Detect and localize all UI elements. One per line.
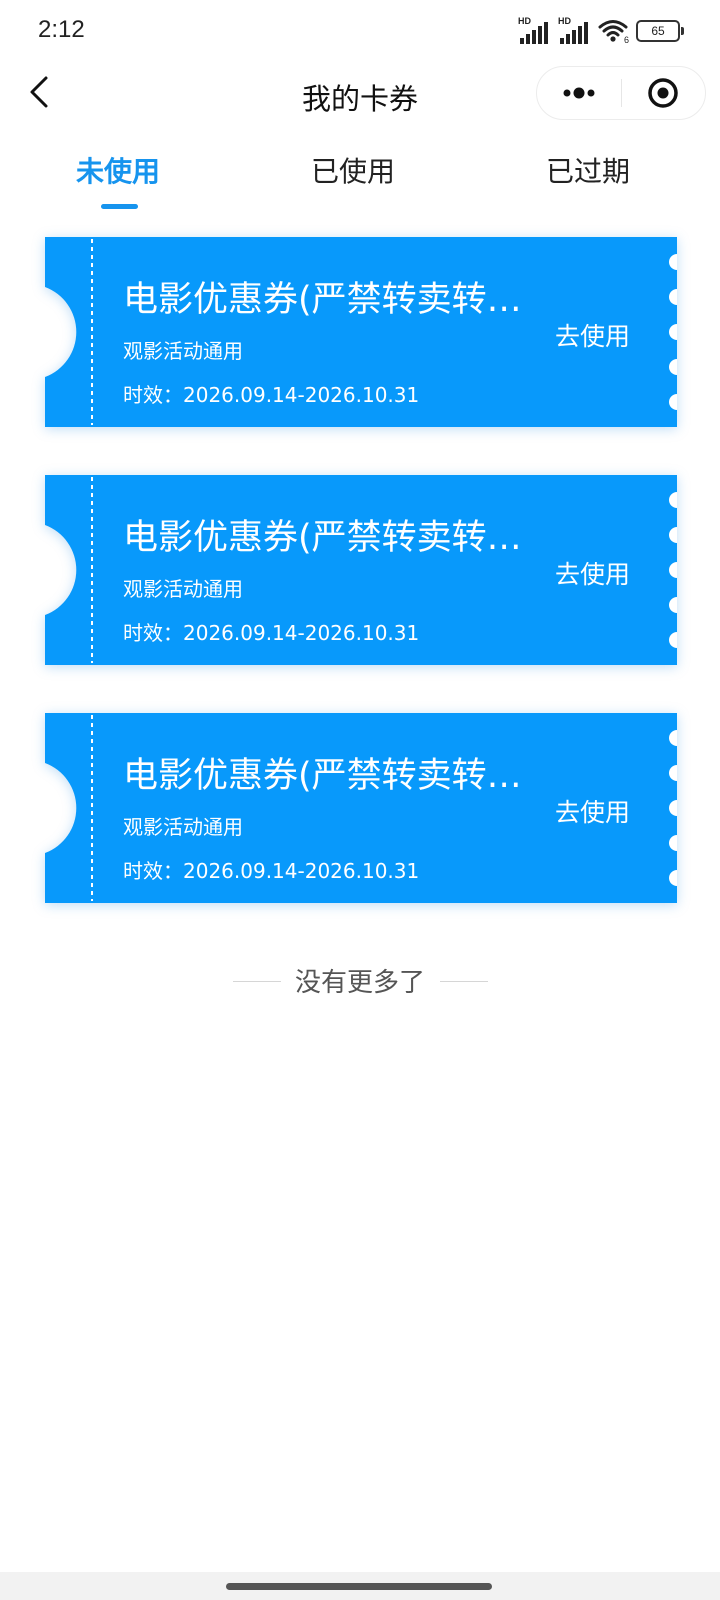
status-time: 2:12 [38,16,85,43]
status-bar: 2:12 HD HD 6 65 [0,0,720,62]
more-dots-icon [563,87,595,99]
coupon-card[interactable]: 电影优惠券(严禁转卖转… 观影活动通用 时效：2026.09.14-2026.1… [45,713,677,903]
cellular-signal-icon: HD [558,16,592,44]
tab-active-indicator [101,204,138,209]
coupon-validity: 时效：2026.09.14-2026.10.31 [123,621,420,645]
coupon-validity: 时效：2026.09.14-2026.10.31 [123,383,420,407]
battery-level: 65 [651,24,665,38]
use-coupon-button[interactable]: 去使用 [555,317,630,353]
mini-program-capsule [536,66,706,120]
capsule-divider [621,79,622,107]
close-mini-program-button[interactable] [623,67,705,119]
coupon-title: 电影优惠券(严禁转卖转… [123,756,522,796]
coupon-description: 观影活动通用 [123,339,243,363]
coupon-card[interactable]: 电影优惠券(严禁转卖转… 观影活动通用 时效：2026.09.14-2026.1… [45,475,677,665]
coupon-title: 电影优惠券(严禁转卖转… [123,518,522,558]
coupon-page: 2:12 HD HD 6 65 我的卡券 未使用 已使用 已过期 电影优惠券(严… [0,0,720,1600]
coupon-card[interactable]: 电影优惠券(严禁转卖转… 观影活动通用 时效：2026.09.14-2026.1… [45,237,677,427]
coupon-tabs: 未使用 已使用 已过期 [0,150,720,212]
status-icons: HD HD 6 65 [518,16,684,46]
nav-bar: 我的卡券 [0,62,720,124]
coupon-validity: 时效：2026.09.14-2026.10.31 [123,859,420,883]
coupon-description: 观影活动通用 [123,577,243,601]
tab-unused[interactable]: 未使用 [28,150,208,190]
use-coupon-button[interactable]: 去使用 [555,555,630,591]
wifi-label: 6 [624,35,629,44]
back-button[interactable] [22,72,62,112]
divider-line-right [440,981,488,982]
tab-used[interactable]: 已使用 [263,150,443,190]
no-more-indicator: 没有更多了 [0,962,720,1002]
use-coupon-button[interactable]: 去使用 [555,793,630,829]
gesture-area [0,1572,720,1600]
coupon-description: 观影活动通用 [123,815,243,839]
more-button[interactable] [537,67,621,119]
wifi-icon: 6 [598,18,630,45]
tab-expired[interactable]: 已过期 [498,150,678,190]
battery-icon: 65 [636,20,684,42]
target-icon [648,78,678,108]
coupon-title: 电影优惠券(严禁转卖转… [123,280,522,320]
home-gesture-bar[interactable] [226,1583,492,1590]
no-more-text: 没有更多了 [294,968,425,998]
chevron-left-icon [30,76,48,108]
cellular-signal-icon: HD [518,16,552,44]
